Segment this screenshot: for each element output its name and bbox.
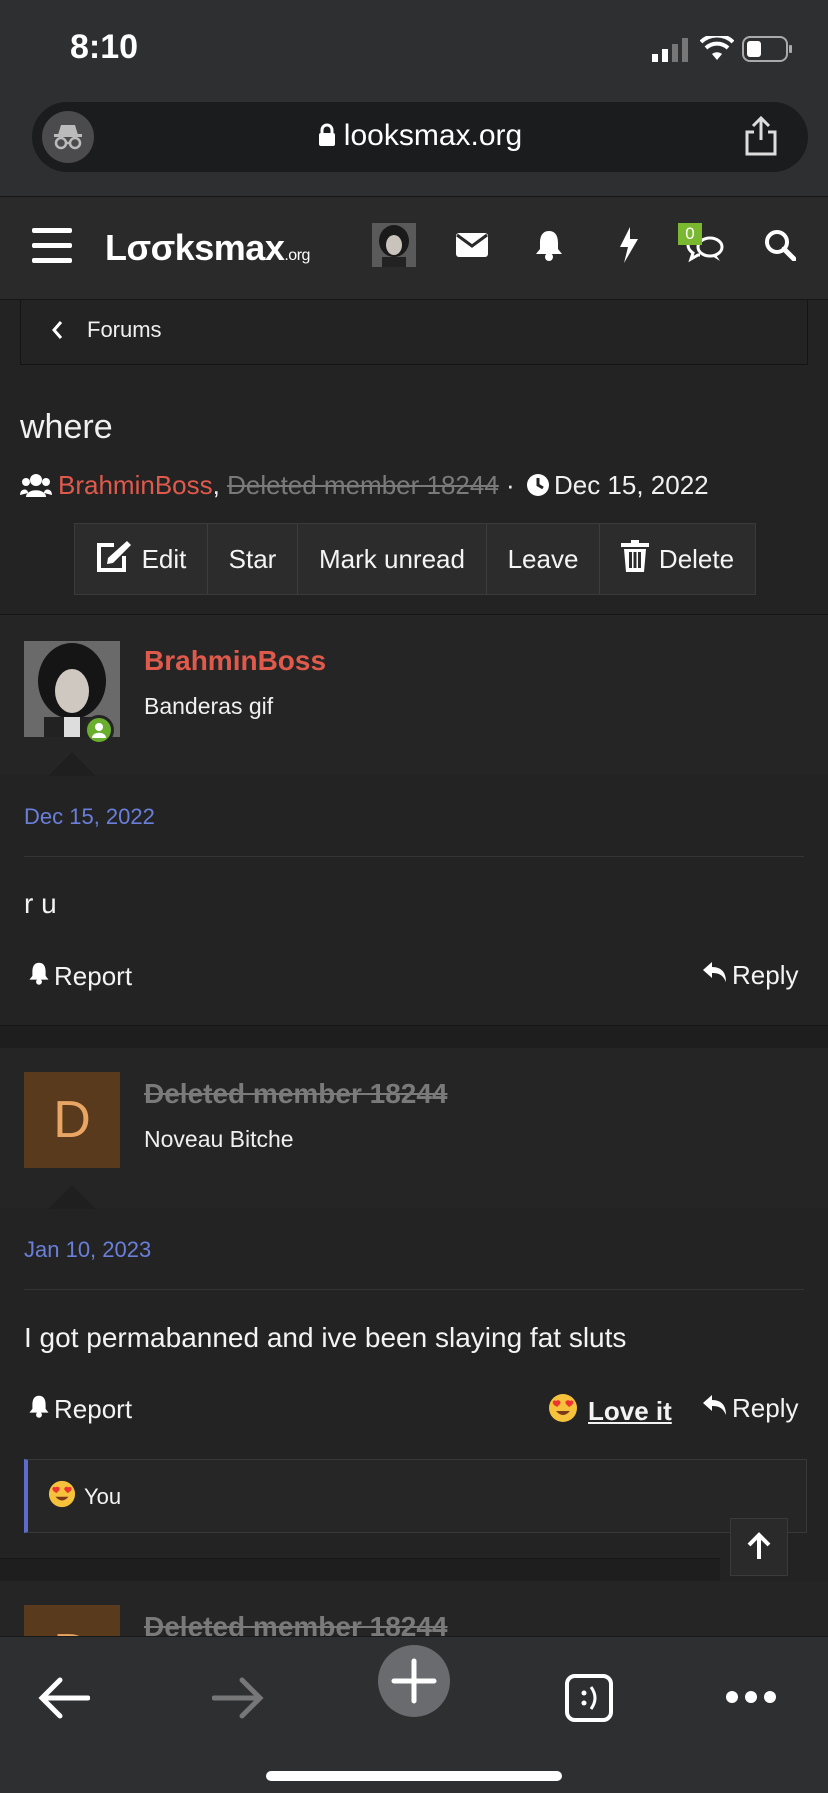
reply-label: Reply bbox=[732, 1393, 799, 1423]
bell-icon[interactable] bbox=[534, 229, 564, 261]
participant-link[interactable]: Deleted member 18244 bbox=[227, 470, 499, 500]
reply-arrow-icon bbox=[702, 960, 728, 991]
arrow-pointer bbox=[48, 1185, 96, 1209]
forward-arrow-icon[interactable] bbox=[212, 1677, 264, 1719]
url-text: looksmax.org bbox=[343, 119, 523, 152]
lightning-icon[interactable] bbox=[616, 227, 640, 263]
thread-meta: BrahminBoss, Deleted member 18244 · Dec … bbox=[20, 470, 709, 504]
message-username[interactable]: BrahminBoss bbox=[144, 645, 326, 677]
battery-icon bbox=[742, 36, 794, 62]
site-navbar: Lσσksmax.org 0 bbox=[0, 197, 828, 300]
user-title: Banderas gif bbox=[144, 693, 274, 719]
mark-unread-button[interactable]: Mark unread bbox=[298, 524, 487, 594]
heart-eyes-emoji-icon bbox=[548, 1393, 578, 1430]
mark-unread-label: Mark unread bbox=[319, 543, 465, 574]
love-it-label: Love it bbox=[588, 1396, 672, 1426]
message-header: D Deleted member 18244 bbox=[0, 1581, 828, 1641]
browser-toolbar: looksmax.org bbox=[0, 90, 828, 197]
bell-icon bbox=[28, 960, 50, 993]
divider bbox=[24, 856, 804, 857]
thread-action-bar: Edit Star Mark unread Leave Delete bbox=[74, 523, 756, 595]
report-button[interactable]: Report bbox=[28, 960, 132, 993]
divider bbox=[24, 1289, 804, 1290]
reply-button[interactable]: Reply bbox=[702, 1393, 798, 1424]
meta-dot: · bbox=[506, 470, 515, 500]
address-bar[interactable]: looksmax.org bbox=[32, 102, 808, 172]
love-it-button[interactable]: Love it bbox=[548, 1393, 672, 1430]
reaction-summary: You bbox=[48, 1480, 121, 1514]
arrow-pointer bbox=[48, 752, 96, 776]
reaction-user: You bbox=[84, 1484, 122, 1509]
tabs-icon[interactable] bbox=[564, 1673, 614, 1723]
avatar[interactable]: D bbox=[24, 1072, 120, 1168]
heart-eyes-emoji-icon bbox=[48, 1480, 76, 1514]
lock-icon bbox=[318, 121, 336, 155]
wifi-icon bbox=[700, 36, 734, 62]
message-username[interactable]: Deleted member 18244 bbox=[144, 1078, 448, 1110]
message-body: I got permabanned and ive been slaying f… bbox=[24, 1322, 627, 1353]
participant-link[interactable]: BrahminBoss bbox=[58, 470, 213, 500]
trash-icon bbox=[620, 539, 649, 579]
site-logo[interactable]: Lσσksmax.org bbox=[105, 227, 310, 269]
browser-bottom-bar bbox=[0, 1636, 828, 1793]
status-time: 8:10 bbox=[70, 28, 139, 66]
delete-button[interactable]: Delete bbox=[600, 524, 755, 594]
separator: , bbox=[212, 470, 220, 500]
signal-icon bbox=[652, 38, 690, 62]
url-display: looksmax.org bbox=[32, 119, 808, 155]
message-header: BrahminBoss Banderas gif bbox=[0, 615, 828, 776]
message-body: r u bbox=[24, 888, 57, 919]
share-icon[interactable] bbox=[744, 116, 778, 156]
star-button[interactable]: Star bbox=[208, 524, 298, 594]
status-bar: 8:10 bbox=[0, 0, 828, 100]
bell-icon bbox=[28, 1393, 50, 1426]
message-date[interactable]: Jan 10, 2023 bbox=[24, 1237, 151, 1263]
reply-label: Reply bbox=[732, 960, 799, 990]
reactions-bar[interactable]: You bbox=[24, 1459, 807, 1533]
message-separator bbox=[0, 1558, 720, 1582]
new-tab-button[interactable] bbox=[378, 1645, 450, 1717]
message-separator bbox=[0, 1025, 828, 1049]
thread-date: Dec 15, 2022 bbox=[553, 470, 709, 500]
edit-label: Edit bbox=[141, 543, 187, 574]
breadcrumb[interactable]: Forums bbox=[20, 300, 808, 365]
leave-label: Leave bbox=[507, 543, 579, 574]
edit-icon bbox=[96, 540, 132, 579]
reply-button[interactable]: Reply bbox=[702, 960, 798, 991]
back-arrow-icon[interactable] bbox=[38, 1677, 90, 1719]
leave-button[interactable]: Leave bbox=[487, 524, 600, 594]
users-icon bbox=[20, 473, 52, 504]
page-title: where bbox=[20, 408, 113, 446]
report-button[interactable]: Report bbox=[28, 1393, 132, 1426]
report-label: Report bbox=[54, 1394, 133, 1424]
chat-badge: 0 bbox=[678, 223, 702, 245]
message-header: D Deleted member 18244 Noveau Bitche bbox=[0, 1048, 828, 1209]
chevron-left-icon bbox=[51, 320, 63, 340]
breadcrumb-label: Forums bbox=[87, 317, 162, 342]
reply-arrow-icon bbox=[702, 1393, 728, 1424]
edit-button[interactable]: Edit bbox=[75, 524, 208, 594]
envelope-icon[interactable] bbox=[456, 233, 488, 257]
hamburger-menu-icon[interactable] bbox=[32, 228, 72, 264]
search-icon[interactable] bbox=[764, 229, 796, 261]
avatar[interactable] bbox=[372, 223, 416, 267]
home-indicator bbox=[266, 1771, 562, 1781]
message-date[interactable]: Dec 15, 2022 bbox=[24, 804, 155, 830]
star-label: Star bbox=[228, 543, 277, 574]
report-label: Report bbox=[54, 961, 133, 991]
scroll-to-top-button[interactable] bbox=[730, 1518, 788, 1576]
delete-label: Delete bbox=[658, 543, 735, 574]
online-indicator bbox=[84, 715, 114, 745]
clock-icon bbox=[526, 473, 550, 504]
more-options-icon[interactable] bbox=[724, 1689, 778, 1705]
user-title: Noveau Bitche bbox=[144, 1126, 294, 1152]
